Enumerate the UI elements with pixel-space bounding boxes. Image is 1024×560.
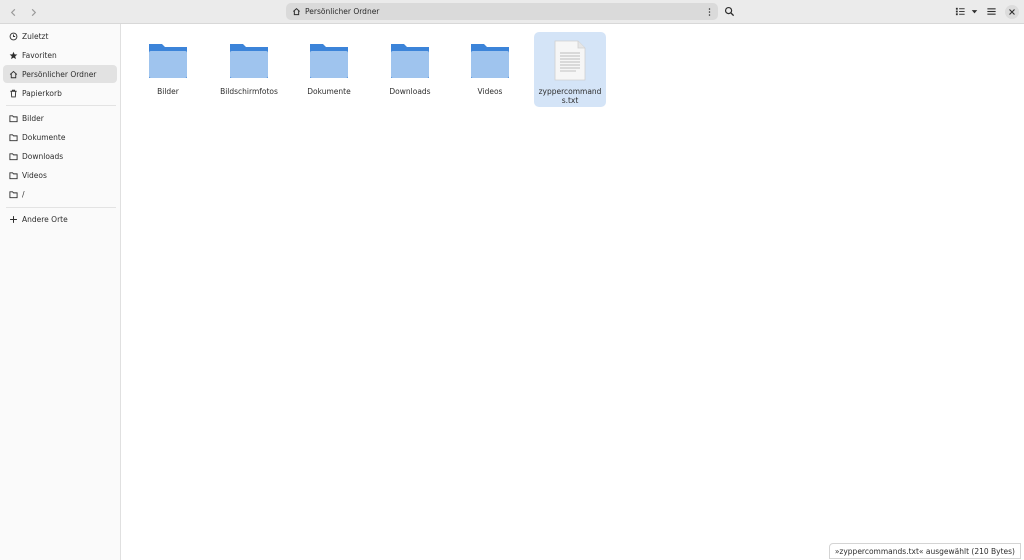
folder-icon (9, 152, 18, 161)
file-name: Bilder (157, 87, 179, 96)
list-view-icon (955, 7, 965, 16)
sidebar-item-videos[interactable]: Videos (3, 166, 117, 184)
back-button[interactable] (5, 4, 21, 20)
forward-button[interactable] (25, 4, 41, 20)
close-icon (1009, 9, 1015, 15)
sidebar-item-label: Andere Orte (22, 214, 68, 224)
folder-item-bildschirmfotos[interactable]: Bildschirmfotos (213, 32, 285, 107)
view-toggle-button[interactable] (954, 5, 967, 18)
folder-icon (9, 171, 18, 180)
header-bar: Persönlicher Ordner (0, 0, 1024, 24)
folder-icon (9, 114, 18, 123)
folder-icon (227, 38, 271, 82)
folder-icon (146, 38, 190, 82)
sidebar-item-label: / (22, 189, 25, 199)
sidebar-item-favorites[interactable]: Favoriten (3, 46, 117, 64)
sidebar-item-recent[interactable]: Zuletzt (3, 27, 117, 45)
sidebar-divider (6, 207, 116, 208)
file-name: zyppercommands.txt (538, 87, 602, 105)
chevron-right-icon (31, 8, 36, 16)
file-item-zyppercommands[interactable]: zyppercommands.txt (534, 32, 606, 107)
sidebar-item-label: Bilder (22, 113, 44, 123)
sidebar-item-label: Persönlicher Ordner (22, 69, 97, 79)
folder-icon (388, 38, 432, 82)
text-file-icon (548, 38, 592, 82)
hamburger-menu-icon (987, 8, 996, 15)
plus-icon (9, 215, 18, 224)
sidebar-item-bilder[interactable]: Bilder (3, 109, 117, 127)
clock-icon (9, 32, 18, 41)
view-options-button[interactable] (968, 5, 981, 18)
file-name: Bildschirmfotos (220, 87, 278, 96)
folder-item-dokumente[interactable]: Dokumente (293, 32, 365, 107)
sidebar-item-other-locations[interactable]: Andere Orte (3, 210, 117, 228)
close-button[interactable] (1005, 5, 1019, 19)
location-bar[interactable]: Persönlicher Ordner (286, 3, 718, 20)
sidebar-divider (6, 105, 116, 106)
folder-item-bilder[interactable]: Bilder (132, 32, 204, 107)
sidebar-item-home[interactable]: Persönlicher Ordner (3, 65, 117, 83)
sidebar-item-trash[interactable]: Papierkorb (3, 84, 117, 102)
folder-icon (307, 38, 351, 82)
file-name: Downloads (389, 87, 431, 96)
trash-icon (9, 89, 18, 98)
search-button[interactable] (723, 5, 736, 18)
sidebar-item-root[interactable]: / (3, 185, 117, 203)
sidebar-item-label: Favoriten (22, 50, 57, 60)
file-name: Videos (477, 87, 503, 96)
chevron-left-icon (10, 8, 15, 16)
home-icon (9, 70, 18, 79)
folder-item-videos[interactable]: Videos (454, 32, 526, 107)
main-menu-button[interactable] (985, 5, 998, 18)
file-view[interactable]: Bilder Bildschirmfotos Dokumente Downloa… (121, 24, 1024, 560)
folder-item-downloads[interactable]: Downloads (374, 32, 446, 107)
kebab-menu-icon[interactable] (705, 6, 713, 17)
folder-icon (468, 38, 512, 82)
sidebar-item-label: Downloads (22, 151, 64, 161)
sidebar-item-label: Dokumente (22, 132, 66, 142)
folder-icon (9, 190, 18, 199)
folder-icon (9, 133, 18, 142)
home-icon (292, 7, 301, 16)
file-name: Dokumente (307, 87, 351, 96)
sidebar: Zuletzt Favoriten Persönlicher Ordner Pa… (0, 24, 121, 560)
dropdown-arrow-icon (971, 10, 978, 14)
selection-status: »zyppercommands.txt« ausgewählt (210 Byt… (828, 543, 1021, 559)
sidebar-item-downloads[interactable]: Downloads (3, 147, 117, 165)
sidebar-item-label: Zuletzt (22, 31, 49, 41)
sidebar-item-label: Videos (22, 170, 47, 180)
star-icon (9, 51, 18, 60)
sidebar-item-label: Papierkorb (22, 88, 62, 98)
file-manager-window: Persönlicher Ordner Zuletzt Favoriten Pe… (0, 0, 1024, 560)
sidebar-item-dokumente[interactable]: Dokumente (3, 128, 117, 146)
location-label: Persönlicher Ordner (305, 7, 380, 16)
search-icon (724, 6, 735, 17)
